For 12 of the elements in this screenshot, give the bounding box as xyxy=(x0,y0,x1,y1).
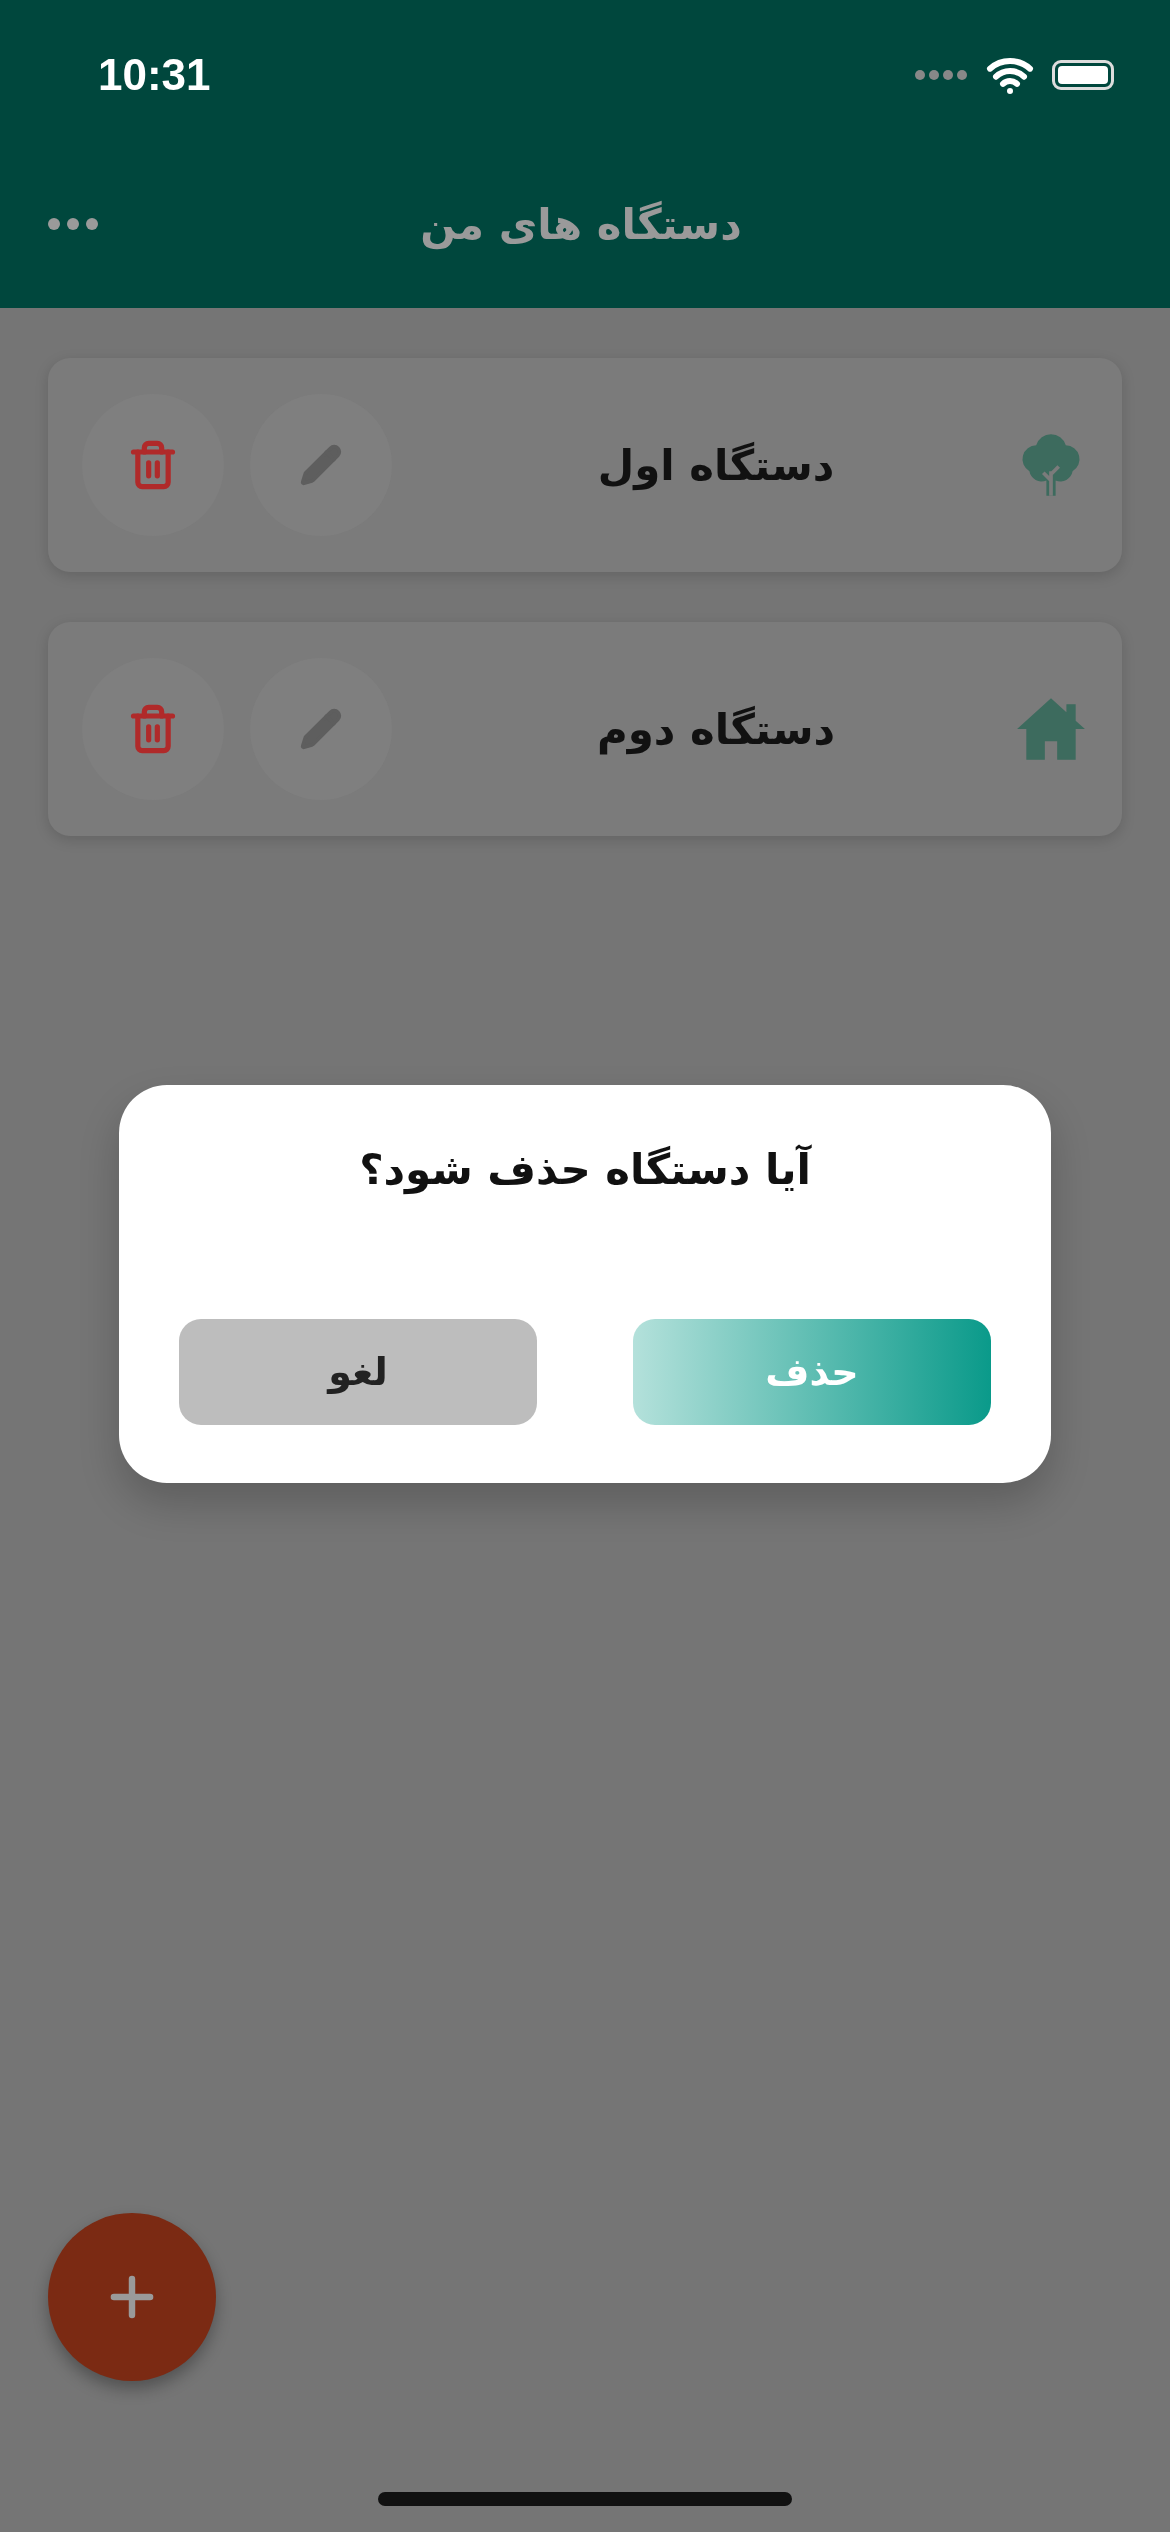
cancel-button[interactable]: لغو xyxy=(179,1319,537,1425)
signal-icon xyxy=(914,69,968,81)
pencil-icon xyxy=(299,443,343,487)
more-icon xyxy=(48,218,98,230)
screen-title: دستگاه های من xyxy=(420,199,742,249)
device-name: دستگاه دوم xyxy=(595,704,837,754)
device-name: دستگاه اول xyxy=(596,440,836,490)
menu-button[interactable] xyxy=(48,218,98,230)
status-time: 10:31 xyxy=(98,50,211,100)
dialog-title: آیا دستگاه حذف شود؟ xyxy=(359,1145,811,1194)
battery-icon xyxy=(1052,60,1114,90)
pencil-icon xyxy=(299,707,343,751)
